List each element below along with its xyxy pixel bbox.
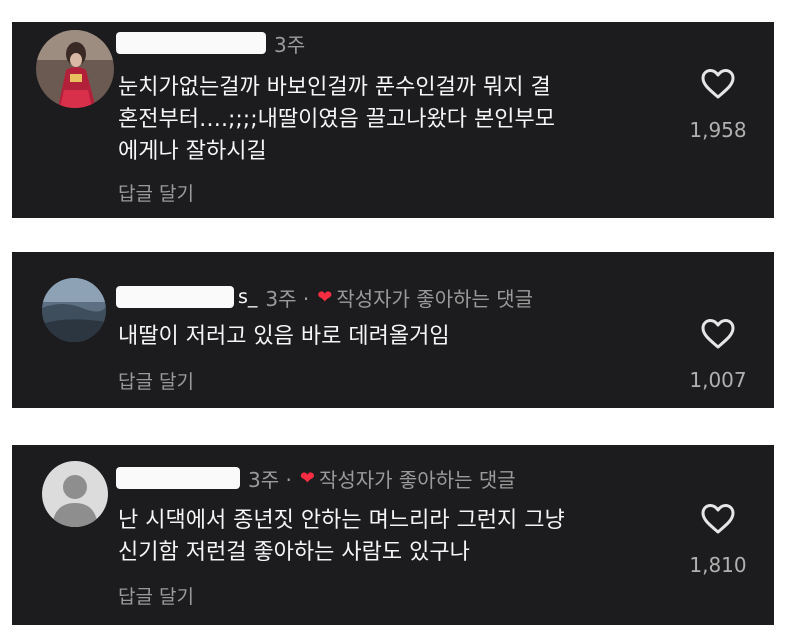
author-liked-label: 작성자가 좋아하는 댓글 [336, 286, 534, 311]
author-liked-label: 작성자가 좋아하는 댓글 [318, 467, 516, 492]
username-redacted[interactable] [116, 467, 240, 489]
comment-text: 눈치가없는걸까 바보인걸까 푼수인걸까 뭐지 결 혼전부터….;;;;내딸이였음… [118, 75, 555, 164]
avatar[interactable] [36, 30, 114, 108]
heart-outline-icon[interactable] [700, 318, 736, 350]
heart-filled-icon: ❤ [299, 467, 315, 489]
avatar-photo [36, 30, 114, 108]
heart-filled-icon: ❤ [317, 286, 333, 308]
comment-time: 3주 · [248, 467, 292, 492]
comment-text: 난 시댁에서 종년짓 안하는 며느리라 그런지 그냥 신기함 저런걸 좋아하는 … [118, 508, 565, 565]
comment-meta: s_ 3주 · ❤ 작성자가 좋아하는 댓글 [116, 282, 533, 312]
avatar-photo [42, 278, 106, 342]
username-redacted[interactable] [116, 286, 234, 308]
avatar[interactable] [42, 461, 108, 527]
avatar[interactable] [42, 278, 106, 342]
comment-meta: 3주 [116, 28, 305, 58]
heart-outline-icon[interactable] [700, 68, 736, 100]
comment-card: s_ 3주 · ❤ 작성자가 좋아하는 댓글 내딸이 저러고 있음 바로 데려올… [12, 252, 774, 408]
comment-meta: 3주 · ❤ 작성자가 좋아하는 댓글 [116, 463, 516, 493]
heart-outline-icon[interactable] [700, 503, 736, 535]
default-avatar-icon [42, 461, 108, 527]
username-tail: s_ [238, 286, 258, 308]
like-count: 1,810 [689, 553, 747, 577]
reply-button[interactable]: 답글 달기 [118, 582, 194, 609]
like-count: 1,007 [689, 368, 747, 392]
comment-card: 3주 눈치가없는걸까 바보인걸까 푼수인걸까 뭐지 결 혼전부터….;;;;내딸… [12, 22, 774, 218]
like-count: 1,958 [689, 118, 747, 142]
reply-button[interactable]: 답글 달기 [118, 367, 194, 394]
reply-button[interactable]: 답글 달기 [118, 179, 194, 206]
comment-time: 3주 · [265, 286, 310, 311]
username-redacted[interactable] [116, 32, 266, 54]
comment-card: 3주 · ❤ 작성자가 좋아하는 댓글 난 시댁에서 종년짓 안하는 며느리라 … [12, 445, 774, 625]
comment-time: 3주 [274, 32, 306, 57]
comment-text: 내딸이 저러고 있음 바로 데려올거임 [118, 324, 450, 349]
